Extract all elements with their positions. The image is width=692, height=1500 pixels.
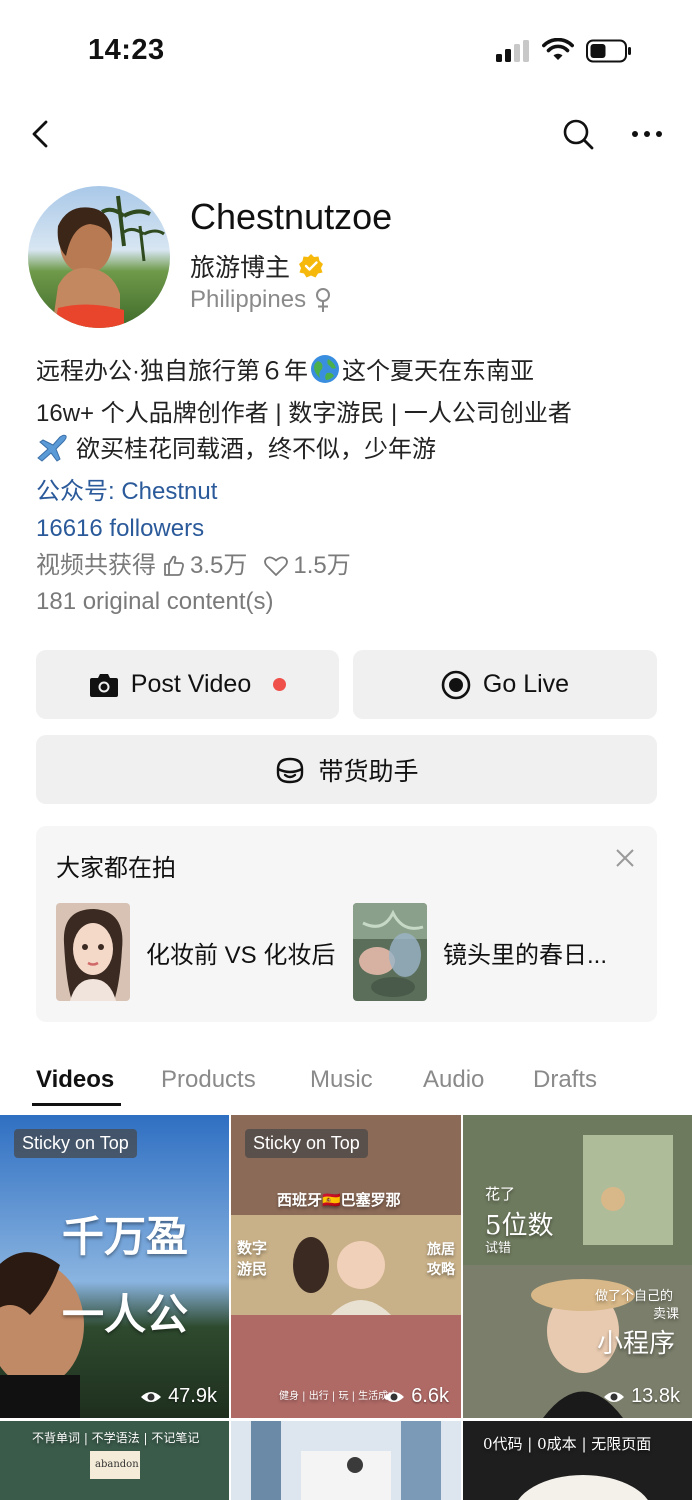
- stats-prefix: 视频共获得: [36, 551, 156, 579]
- profile-location: Philippines: [190, 286, 332, 314]
- sales-assistant-button[interactable]: 带货助手: [36, 735, 657, 804]
- video-thumbnail: [231, 1421, 461, 1500]
- video-overlay-text: 西班牙🇪🇸巴塞罗那: [277, 1191, 401, 1209]
- role-label: 旅游博主: [190, 254, 291, 282]
- profile-name: Chestnutzoe: [190, 196, 393, 237]
- view-count: 47.9k: [140, 1385, 217, 1408]
- video-tile[interactable]: 千万盈 一人公 Sticky on Top 47.9k: [0, 1115, 229, 1418]
- avatar-photo: [28, 186, 170, 328]
- wifi-icon: [542, 38, 574, 60]
- heart-icon: [264, 556, 289, 576]
- trending-card: 大家都在拍 化妆前 VS 化妆后 镜头里的春日...: [36, 826, 657, 1022]
- video-tile[interactable]: 不背单词 | 不学语法 | 不记笔记 abandon: [0, 1421, 229, 1500]
- video-overlay-text: 小程序: [597, 1329, 676, 1359]
- sticky-badge: Sticky on Top: [245, 1129, 368, 1158]
- video-overlay-text: 数字游民: [237, 1239, 268, 1278]
- video-overlay-text: 千万盈: [62, 1212, 189, 1261]
- post-video-label: Post Video: [130, 670, 252, 698]
- status-time: 14:23: [88, 34, 165, 66]
- active-tab-indicator: [32, 1103, 121, 1106]
- video-overlay-text: 一人公: [62, 1290, 189, 1339]
- eye-icon: [141, 1391, 162, 1402]
- trending-thumbnail: [56, 903, 130, 1001]
- trending-item-label: 化妆前 VS 化妆后: [146, 941, 336, 969]
- video-overlay-text: 旅居攻略: [427, 1242, 455, 1278]
- trending-item-label: 镜头里的春日...: [443, 941, 608, 969]
- video-tile[interactable]: [231, 1421, 461, 1500]
- battery-icon: [586, 39, 631, 63]
- video-tile[interactable]: 西班牙🇪🇸巴塞罗那 数字游民 旅居攻略 健身 | 出行 | 玩 | 生活成本 S…: [231, 1115, 461, 1418]
- airplane-icon: [36, 432, 68, 474]
- notification-dot: [273, 678, 287, 691]
- profile-avatar[interactable]: [28, 186, 170, 328]
- video-thumbnail: [0, 1115, 229, 1418]
- location-label: Philippines: [190, 286, 307, 313]
- video-thumbnail: [463, 1115, 692, 1418]
- tab-audio[interactable]: Audio: [423, 1066, 484, 1094]
- camera-icon: [89, 673, 118, 697]
- video-overlay-text: 不背单词 | 不学语法 | 不记笔记: [32, 1431, 200, 1445]
- view-count-value: 47.9k: [168, 1385, 217, 1407]
- video-overlay-text: 健身 | 出行 | 玩 | 生活成本: [279, 1391, 399, 1402]
- trending-thumbnail: [353, 903, 427, 1001]
- verified-badge-icon: [299, 254, 324, 278]
- view-count: 6.6k: [383, 1385, 449, 1408]
- bio-line-3: 欲买桂花同载酒，终不似，少年游: [36, 432, 666, 474]
- go-live-button[interactable]: Go Live: [353, 650, 657, 719]
- followers-link[interactable]: 16616 followers: [36, 511, 666, 548]
- profile-bio: 远程办公·独自旅行第６年 这个夏天在东南亚 16w+ 个人品牌创作者 | 数字游…: [36, 354, 666, 621]
- video-overlay-text: 卖课: [653, 1307, 680, 1322]
- video-overlay-text: 0代码 | 0成本 | 无限页面: [483, 1435, 652, 1453]
- female-icon: [316, 288, 331, 312]
- close-icon[interactable]: [615, 848, 635, 868]
- content-tabs: Videos Products Music Audio Drafts: [0, 1060, 692, 1108]
- eye-icon: [384, 1391, 405, 1402]
- bio-text: 欲买桂花同载酒，终不似，少年游: [76, 436, 436, 464]
- bio-text: 远程办公·独自旅行第６年: [36, 358, 308, 385]
- bio-text: 这个夏天在东南亚: [342, 358, 534, 385]
- video-overlay-text: 试错: [485, 1241, 512, 1256]
- sales-assistant-label: 带货助手: [318, 757, 419, 786]
- tab-products[interactable]: Products: [161, 1066, 256, 1094]
- engagement-stats: 视频共获得 3.5万 1.5万: [36, 548, 666, 585]
- post-video-button[interactable]: Post Video: [36, 650, 339, 719]
- status-bar: 14:23: [0, 0, 692, 100]
- trending-item[interactable]: 镜头里的春日...: [353, 902, 607, 1002]
- trending-title: 大家都在拍: [56, 855, 176, 882]
- more-options-icon[interactable]: [630, 128, 664, 140]
- original-content-count: 181 original content(s): [36, 588, 274, 616]
- video-overlay-text: 做了个自己的: [595, 1289, 674, 1304]
- video-grid: 千万盈 一人公 Sticky on Top 47.9k 西班牙🇪🇸巴塞罗那 数字…: [0, 1115, 692, 1500]
- shopping-assistant-icon: [277, 757, 304, 783]
- go-live-label: Go Live: [482, 670, 570, 698]
- hearts-count: 1.5万: [293, 551, 351, 579]
- eye-icon: [604, 1391, 625, 1402]
- tab-videos[interactable]: Videos: [36, 1066, 114, 1094]
- official-account-link[interactable]: 公众号: Chestnut: [36, 474, 666, 511]
- tab-drafts[interactable]: Drafts: [533, 1066, 597, 1094]
- top-nav-bar: [0, 108, 692, 160]
- tab-music[interactable]: Music: [310, 1066, 373, 1094]
- globe-icon: [310, 354, 340, 396]
- profile-role: 旅游博主: [190, 248, 324, 284]
- live-record-icon: [441, 670, 471, 699]
- cellular-signal-icon: [496, 40, 529, 62]
- likes-count: 3.5万: [190, 551, 248, 579]
- view-count: 13.8k: [603, 1385, 680, 1408]
- back-arrow-icon[interactable]: [26, 114, 56, 154]
- view-count-value: 13.8k: [631, 1385, 680, 1407]
- bio-line-1: 远程办公·独自旅行第６年 这个夏天在东南亚: [36, 354, 666, 396]
- video-overlay-text: abandon: [95, 1459, 139, 1470]
- bio-line-2: 16w+ 个人品牌创作者 | 数字游民 | 一人公司创业者: [36, 399, 572, 427]
- video-overlay-text: 花了: [485, 1185, 516, 1203]
- view-count-value: 6.6k: [411, 1385, 449, 1407]
- search-icon[interactable]: [560, 116, 596, 152]
- video-tile[interactable]: 0代码 | 0成本 | 无限页面: [463, 1421, 692, 1500]
- thumbs-up-icon: [164, 555, 184, 576]
- video-tile[interactable]: 花了 5位数 试错 做了个自己的 卖课 小程序 13.8k: [463, 1115, 692, 1418]
- trending-item[interactable]: 化妆前 VS 化妆后: [56, 902, 335, 1002]
- sticky-badge: Sticky on Top: [14, 1129, 137, 1158]
